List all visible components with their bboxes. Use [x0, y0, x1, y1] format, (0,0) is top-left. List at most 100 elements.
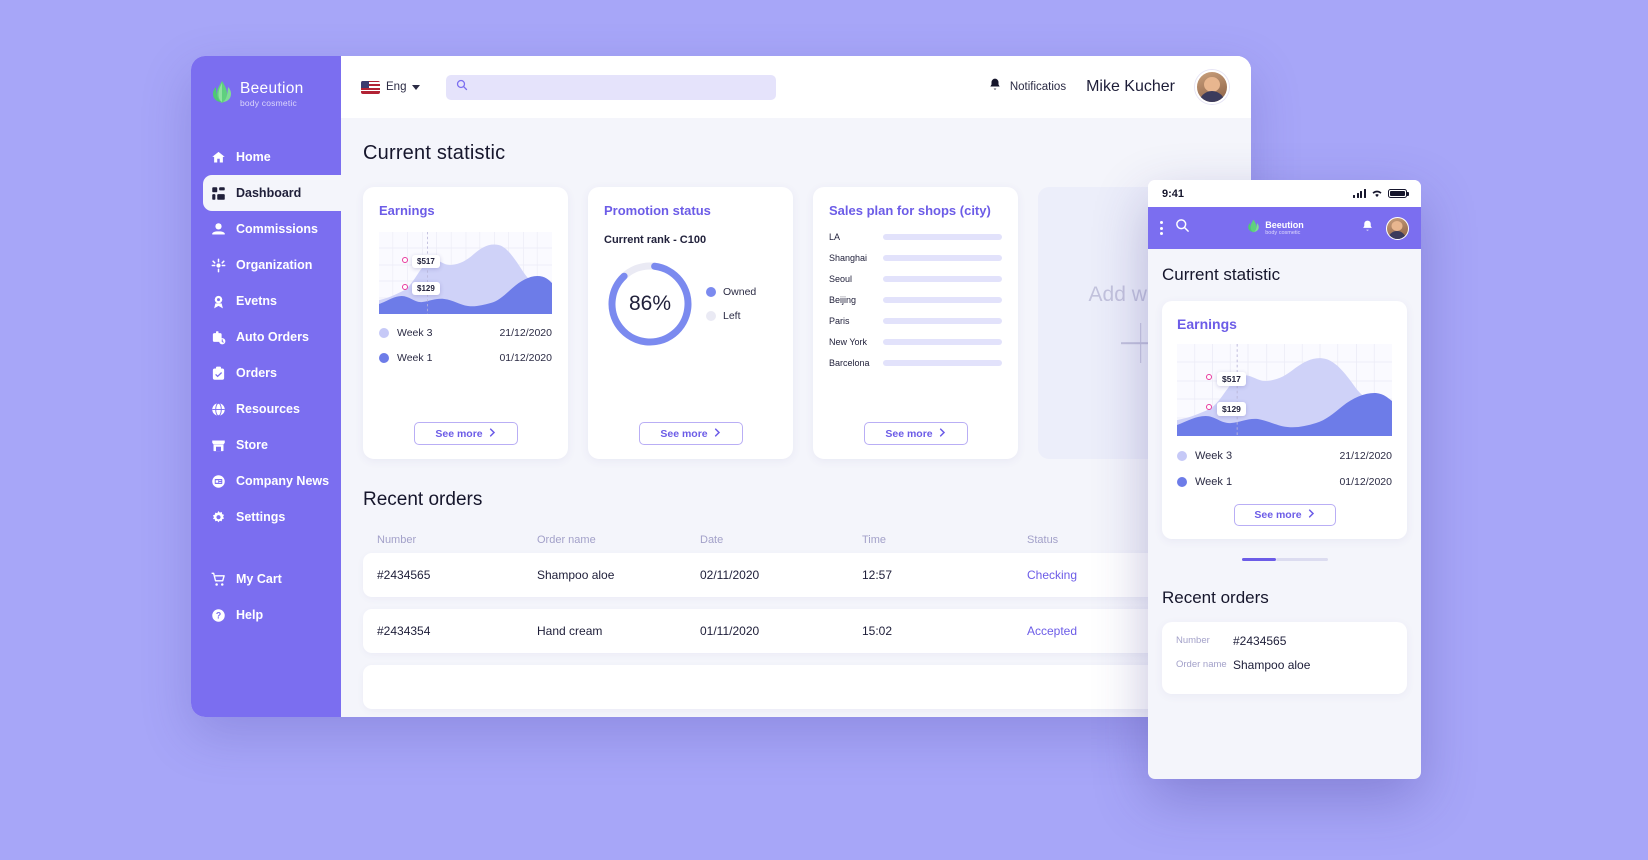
page-title: Current statistic [363, 142, 506, 164]
avatar[interactable] [1385, 216, 1409, 240]
chevron-right-icon [714, 427, 721, 440]
pager-dot-active[interactable] [1241, 558, 1276, 561]
phone-recent-orders-title: Recent orders [1162, 587, 1269, 607]
bell-icon[interactable] [1361, 219, 1374, 238]
brand-logo[interactable]: Beeution body cosmetic [191, 74, 341, 109]
phone-order-card[interactable]: Number #2434565 Order name Shampoo aloe [1162, 621, 1407, 694]
see-more-button[interactable]: See more [863, 422, 968, 445]
events-icon [211, 294, 226, 309]
sidebar-item-home[interactable]: Home [191, 139, 341, 175]
promotion-donut-chart: 86% [604, 258, 696, 350]
sidebar-item-label: Home [236, 150, 271, 164]
sidebar-item-auto-orders[interactable]: Auto Orders [191, 319, 341, 355]
legend-color-swatch [1177, 451, 1187, 461]
bar-row: New York [829, 337, 1002, 347]
legend-label: Week 1 [397, 352, 433, 364]
sidebar-item-label: My Cart [236, 572, 282, 586]
earnings-point-marker-1 [402, 257, 408, 263]
signal-bars-icon [1353, 189, 1366, 198]
bar-row: Shanghai [829, 253, 1002, 263]
bar-category-label: Seoul [829, 274, 853, 284]
sidebar-item-company-news[interactable]: Company News [191, 463, 341, 499]
legend-date: 21/12/2020 [1339, 450, 1392, 462]
bar-row: Beijing [829, 295, 1002, 305]
see-more-button[interactable]: See more [1233, 504, 1336, 526]
earnings-tag-2: $129 [412, 282, 440, 295]
card-title: Earnings [1177, 316, 1237, 332]
earnings-tag-1: $517 [1217, 372, 1246, 386]
sidebar-item-label: Organization [236, 258, 313, 272]
see-more-button[interactable]: See more [638, 422, 743, 445]
language-selector[interactable]: Eng [361, 80, 421, 94]
sales-bar-chart: LA Shanghai Seoul Beijing Paris New York Barce… [829, 232, 1002, 379]
earnings-card: Earnings $517 $129 Week 3 21/12/2020 Wee… [363, 187, 568, 459]
see-more-label: See more [435, 427, 483, 440]
sidebar-item-commissions[interactable]: Commissions [191, 211, 341, 247]
search-input[interactable] [475, 81, 767, 93]
sidebar-item-label: Company News [236, 474, 330, 488]
sidebar-item-orders[interactable]: Orders [191, 355, 341, 391]
sidebar-item-help[interactable]: ? Help [191, 597, 341, 633]
bar-category-label: New York [829, 337, 868, 347]
earnings-area-chart: $517 $129 [379, 232, 552, 314]
see-more-button[interactable]: See more [413, 422, 518, 445]
sidebar-divider-gap [191, 535, 341, 561]
kebab-menu-icon[interactable] [1160, 221, 1163, 235]
user-name[interactable]: Mike Kucher [1086, 78, 1175, 96]
table-row[interactable] [363, 665, 1229, 709]
legend-label: Week 3 [1195, 450, 1233, 462]
bar-category-label: Barcelona [829, 358, 870, 368]
bar-row: LA [829, 232, 1002, 242]
legend-color-swatch [706, 287, 716, 297]
list-item: Order name Shampoo aloe [1176, 658, 1393, 672]
battery-icon [1388, 188, 1410, 199]
column-header: Order name [537, 534, 596, 546]
bar-track [883, 255, 1002, 261]
sidebar-item-settings[interactable]: Settings [191, 499, 341, 535]
sidebar-item-my-cart[interactable]: My Cart [191, 561, 341, 597]
notifications-label: Notificatios [1009, 81, 1067, 93]
column-header: Time [862, 534, 887, 546]
legend-item: Week 1 01/12/2020 [379, 352, 552, 364]
notifications-button[interactable]: Notificatios [988, 77, 1066, 97]
bar-category-label: LA [829, 232, 841, 242]
sidebar-item-organization[interactable]: Organization [191, 247, 341, 283]
legend-label: Owned [723, 286, 757, 298]
sidebar-item-label: Auto Orders [236, 330, 309, 344]
sidebar-item-label: Resources [236, 402, 300, 416]
table-row[interactable]: #2434354 Hand cream 01/11/2020 15:02 Acc… [363, 609, 1229, 653]
carousel-pager[interactable] [1162, 558, 1407, 561]
search-box[interactable] [446, 74, 777, 100]
app-window: Beeution body cosmetic Home Dashboard Co… [191, 56, 1251, 717]
sidebar-item-resources[interactable]: Resources [191, 391, 341, 427]
chevron-right-icon [939, 427, 946, 440]
sidebar-item-label: Help [236, 608, 264, 622]
bar-category-label: Shanghai [829, 253, 868, 263]
avatar[interactable] [1195, 70, 1229, 104]
company-news-icon [211, 474, 226, 489]
sidebar-item-store[interactable]: Store [191, 427, 341, 463]
field-value: Shampoo aloe [1233, 657, 1311, 672]
search-icon[interactable] [1175, 218, 1190, 238]
legend-label: Week 3 [397, 327, 433, 339]
sidebar-item-evetns[interactable]: Evetns [191, 283, 341, 319]
cell-date: 01/11/2020 [700, 624, 760, 638]
topbar: Eng Notificatios Mike Kucher [341, 56, 1251, 118]
widgets-row: Earnings $517 $129 Week 3 21/12/2020 Wee… [341, 165, 1251, 459]
brand-name: Beeution [240, 79, 304, 97]
pager-dot[interactable] [1275, 558, 1328, 561]
table-row[interactable]: #2434565 Shampoo aloe 02/11/2020 12:57 C… [363, 553, 1229, 597]
sidebar-item-label: Commissions [236, 222, 318, 236]
topbar-right: Notificatios Mike Kucher [988, 70, 1229, 104]
earnings-point-marker-2 [1206, 404, 1212, 410]
sidebar-item-dashboard[interactable]: Dashboard [203, 175, 341, 211]
bar-track [883, 297, 1002, 303]
field-label: Number [1176, 635, 1210, 647]
chevron-right-icon [1308, 509, 1315, 521]
table-header-row: Number Order name Date Time Status [363, 527, 1229, 553]
promotion-status-card: Promotion status Current rank - C100 86% [588, 187, 793, 459]
cell-number: #2434354 [377, 624, 431, 638]
earnings-tag-2: $129 [1217, 402, 1246, 416]
legend-label: Week 1 [1195, 476, 1233, 488]
brand-tagline: body cosmetic [1265, 230, 1301, 236]
